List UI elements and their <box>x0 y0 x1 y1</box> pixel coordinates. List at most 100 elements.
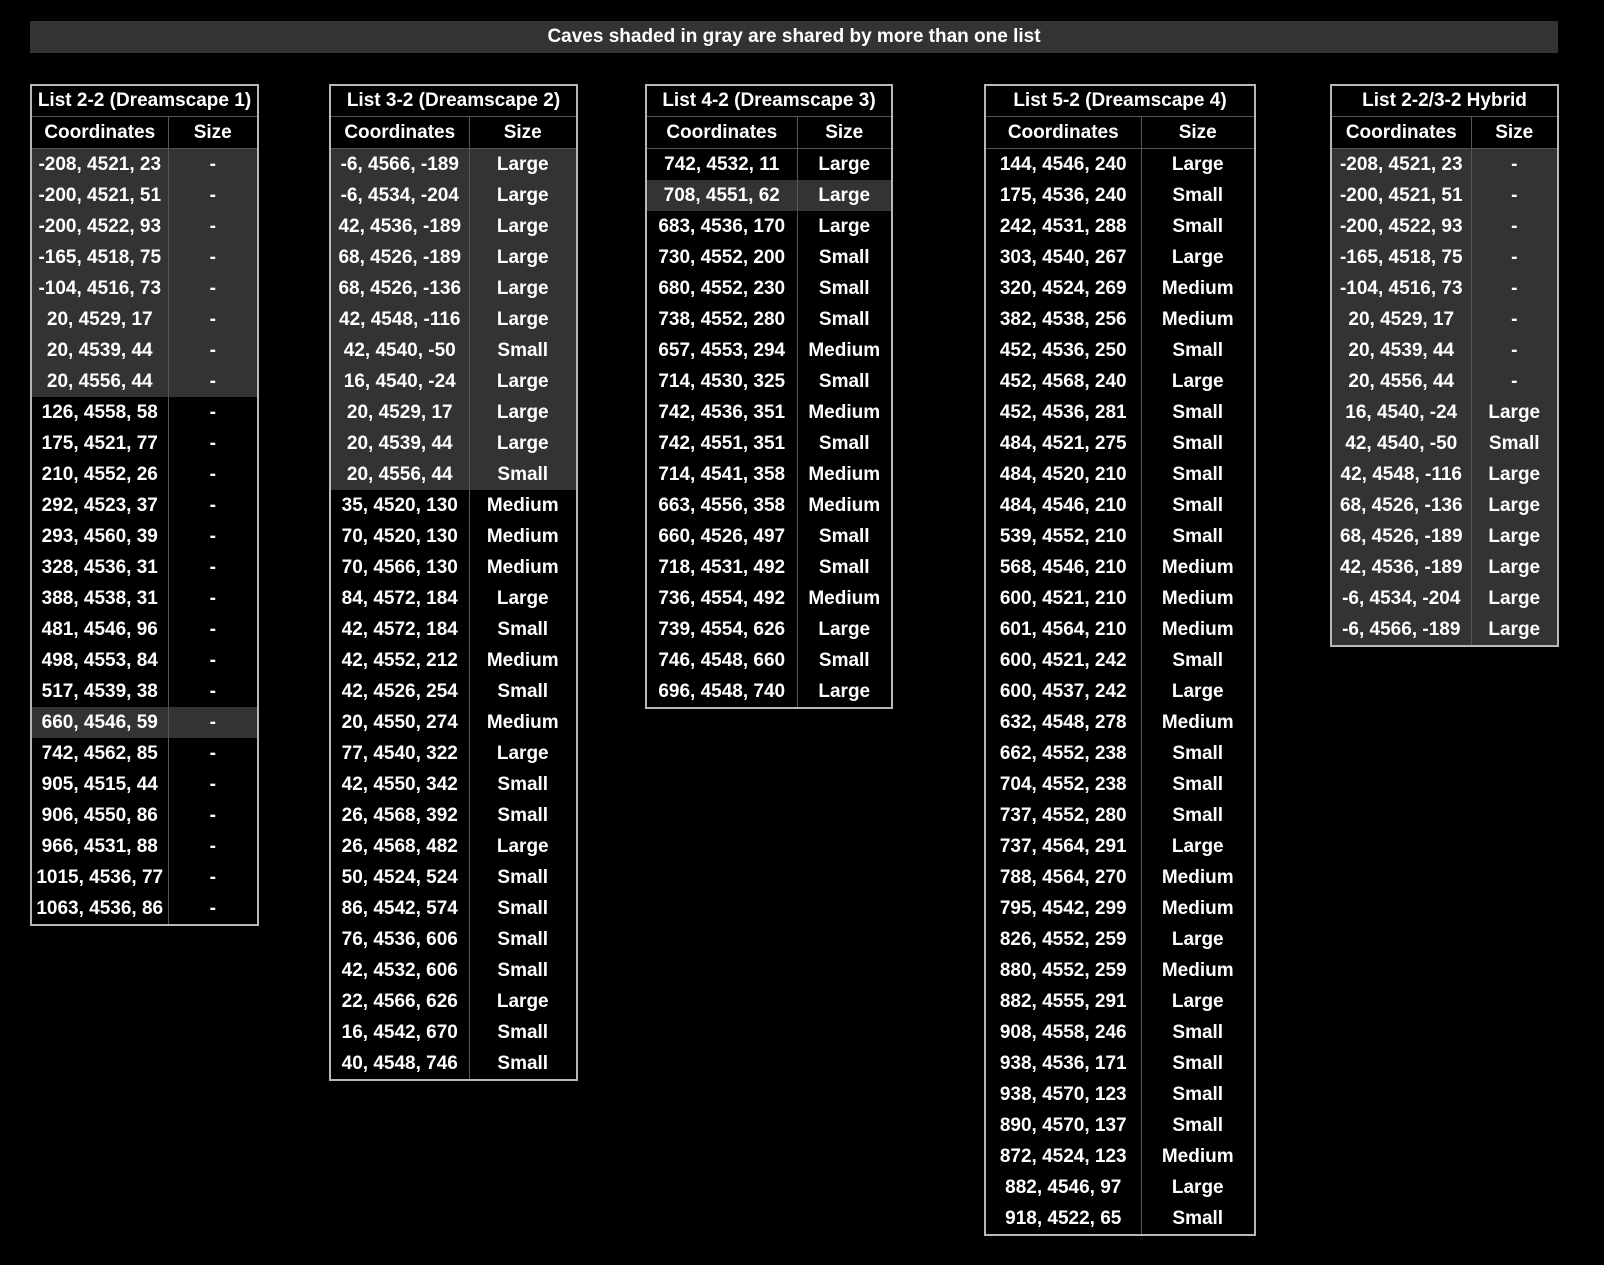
table-row: 16, 4540, -24 Large <box>1332 397 1557 428</box>
cave-coordinates-cell: 50, 4524, 524 <box>331 862 470 893</box>
table-row: 68, 4526, -189 Large <box>331 242 576 273</box>
cave-size-cell: Medium <box>808 587 881 609</box>
cave-coordinates-cell: 16, 4540, -24 <box>1332 397 1472 428</box>
table-row: -208, 4521, 23- <box>32 148 257 180</box>
cave-size-cell: Large <box>818 153 871 175</box>
cave-coordinates-cell: 660, 4526, 497 <box>647 521 798 552</box>
cave-coordinates-cell: 600, 4521, 210 <box>986 583 1142 614</box>
cave-coordinates-cell: 42, 4536, -189 <box>331 211 470 242</box>
table-row: 663, 4556, 358 Medium <box>647 490 891 521</box>
cave-size-cell: Small <box>497 618 549 640</box>
table-row: 292, 4523, 37 - <box>32 490 257 521</box>
table-row: 42, 4540, -50 Small <box>331 335 576 366</box>
list-5-2-table: List 5-2 (Dreamscape 4) Coordinates Size… <box>984 84 1256 1236</box>
cave-size-cell: Small <box>1471 428 1557 459</box>
table-row: 20, 4556, 44- <box>32 366 257 397</box>
cave-coordinates-cell: 20, 4556, 44 <box>32 366 169 397</box>
table-row: 736, 4554, 492 Medium <box>647 583 891 614</box>
cave-size-cell: Large <box>469 148 576 180</box>
list-4-2-table: List 4-2 (Dreamscape 3) Coordinates Size… <box>645 84 893 709</box>
size-column-header: Size <box>1141 117 1254 149</box>
cave-size-cell: Large <box>1471 459 1557 490</box>
cave-table: Coordinates Size 144, 4546, 240 Large 175,… <box>986 117 1254 1234</box>
cave-size-cell: Small <box>497 773 549 795</box>
cave-size-cell: Medium <box>1161 959 1234 981</box>
table-row: -200, 4521, 51- <box>1332 180 1557 211</box>
cave-size-cell: - <box>209 463 216 485</box>
cave-coordinates-cell: 826, 4552, 259 <box>986 924 1142 955</box>
cave-size-cell: Large <box>469 211 576 242</box>
cave-coordinates-cell: 908, 4558, 246 <box>986 1017 1142 1048</box>
cave-coordinates-cell: 795, 4542, 299 <box>986 893 1142 924</box>
cave-coordinates-cell: -165, 4518, 75 <box>32 242 169 273</box>
cave-coordinates-cell: -6, 4534, -204 <box>331 180 470 211</box>
table-row: 20, 4539, 44 Large <box>331 428 576 459</box>
cave-coordinates-cell: -200, 4521, 51 <box>1332 180 1472 211</box>
table-row: 742, 4562, 85 - <box>32 738 257 769</box>
table-row: 1063, 4536, 86 - <box>32 893 257 924</box>
cave-coordinates-cell: 42, 4572, 184 <box>331 614 470 645</box>
cave-size-cell: Large <box>818 618 871 640</box>
cave-coordinates-cell: 22, 4566, 626 <box>331 986 470 1017</box>
cave-size-cell: - <box>168 242 257 273</box>
cave-size-cell: Large <box>469 397 576 428</box>
table-row: 42, 4548, -116 Large <box>331 304 576 335</box>
cave-size-cell: - <box>168 211 257 242</box>
cave-size-cell: - <box>1471 180 1557 211</box>
cave-coordinates-cell: 20, 4550, 274 <box>331 707 470 738</box>
cave-size-cell: - <box>1471 211 1557 242</box>
coordinates-column-header: Coordinates <box>32 117 169 149</box>
table-row: 737, 4552, 280 Small <box>986 800 1254 831</box>
cave-size-cell: Large <box>1471 490 1557 521</box>
table-row: 660, 4546, 59- <box>32 707 257 738</box>
cave-size-cell: - <box>168 273 257 304</box>
cave-size-cell: Medium <box>1161 866 1234 888</box>
table-row: 600, 4521, 210 Medium <box>986 583 1254 614</box>
table-row: 905, 4515, 44 - <box>32 769 257 800</box>
table-row: 26, 4568, 392 Small <box>331 800 576 831</box>
cave-coordinates-cell: 382, 4538, 256 <box>986 304 1142 335</box>
cave-size-cell: Medium <box>808 463 881 485</box>
cave-size-cell: Large <box>1171 835 1224 857</box>
table-row: 657, 4553, 294 Medium <box>647 335 891 366</box>
table-row: 826, 4552, 259 Large <box>986 924 1254 955</box>
cave-size-cell: Medium <box>1161 277 1234 299</box>
table-row: -200, 4522, 93- <box>1332 211 1557 242</box>
table-row: -165, 4518, 75- <box>32 242 257 273</box>
table-row: 42, 4536, -189 Large <box>1332 552 1557 583</box>
cave-size-cell: - <box>209 804 216 826</box>
table-row: 484, 4546, 210 Small <box>986 490 1254 521</box>
table-body: -208, 4521, 23- -200, 4521, 51- -200, 4522… <box>1332 148 1557 645</box>
cave-size-cell: Large <box>1171 370 1224 392</box>
cave-size-cell: - <box>209 742 216 764</box>
cave-coordinates-cell: 662, 4552, 238 <box>986 738 1142 769</box>
table-body: -208, 4521, 23- -200, 4521, 51- -200, 4522… <box>32 148 257 924</box>
cave-coordinates-cell: 600, 4537, 242 <box>986 676 1142 707</box>
cave-size-cell: Small <box>1172 1021 1224 1043</box>
cave-size-cell: Small <box>1172 339 1224 361</box>
cave-coordinates-cell: -200, 4522, 93 <box>32 211 169 242</box>
cave-size-cell: - <box>209 494 216 516</box>
cave-coordinates-cell: 76, 4536, 606 <box>331 924 470 955</box>
table-row: 452, 4536, 281 Small <box>986 397 1254 428</box>
cave-size-cell: - <box>209 525 216 547</box>
cave-coordinates-cell: 683, 4536, 170 <box>647 211 798 242</box>
cave-size-cell: Small <box>1172 1052 1224 1074</box>
cave-size-cell: - <box>168 335 257 366</box>
cave-coordinates-cell: 601, 4564, 210 <box>986 614 1142 645</box>
header-row: Coordinates Size <box>331 117 576 149</box>
table-row: 42, 4536, -189 Large <box>331 211 576 242</box>
cave-coordinates-cell: 84, 4572, 184 <box>331 583 470 614</box>
table-row: 872, 4524, 123 Medium <box>986 1141 1254 1172</box>
cave-coordinates-cell: 714, 4530, 325 <box>647 366 798 397</box>
cave-size-cell: Large <box>469 273 576 304</box>
cave-coordinates-cell: 788, 4564, 270 <box>986 862 1142 893</box>
cave-coordinates-cell: 42, 4526, 254 <box>331 676 470 707</box>
cave-size-cell: Large <box>1471 614 1557 645</box>
table-row: 481, 4546, 96 - <box>32 614 257 645</box>
cave-coordinates-cell: 742, 4536, 351 <box>647 397 798 428</box>
cave-size-cell: Medium <box>808 339 881 361</box>
cave-size-cell: Small <box>497 1021 549 1043</box>
table-row: -6, 4566, -189 Large <box>331 148 576 180</box>
table-row: -104, 4516, 73- <box>32 273 257 304</box>
